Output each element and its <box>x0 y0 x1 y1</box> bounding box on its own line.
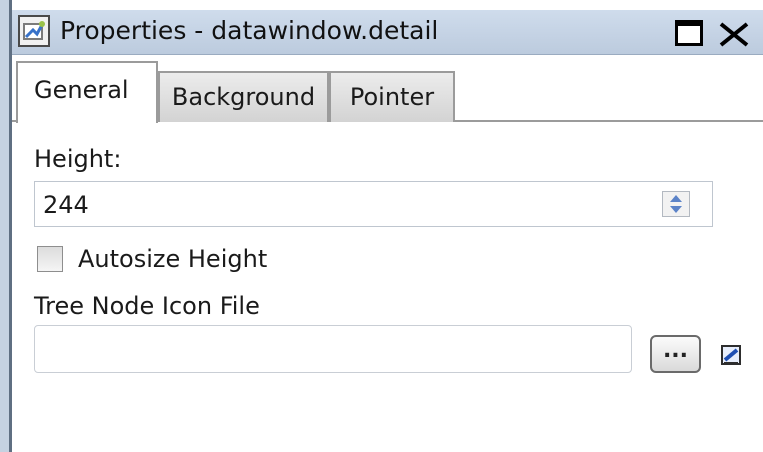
height-spin-input[interactable]: 244 <box>34 181 713 227</box>
tab-background[interactable]: Background <box>158 71 329 122</box>
tab-pointer[interactable]: Pointer <box>329 71 455 122</box>
edit-field-icon[interactable] <box>719 343 743 367</box>
window-titlebar[interactable]: Properties - datawindow.detail <box>12 10 763 55</box>
spinner-icon <box>670 195 682 213</box>
maximize-button[interactable] <box>675 20 703 46</box>
browse-button[interactable]: ... <box>650 335 701 373</box>
close-button[interactable] <box>710 12 760 52</box>
tab-general[interactable]: General <box>16 61 158 123</box>
properties-window-icon <box>18 15 50 47</box>
window-title: Properties - datawindow.detail <box>60 16 439 45</box>
height-spinner[interactable] <box>662 191 690 217</box>
properties-window-icon-graphic <box>23 21 45 40</box>
height-value[interactable]: 244 <box>43 188 89 222</box>
window-left-edge <box>0 0 12 452</box>
tab-strip: General Background Pointer <box>12 55 763 123</box>
height-label: Height: <box>34 145 122 173</box>
autosize-height-label[interactable]: Autosize Height <box>78 243 267 275</box>
close-icon <box>719 22 749 47</box>
tree-node-icon-file-input[interactable] <box>34 325 632 373</box>
tree-node-icon-label: Tree Node Icon File <box>34 292 260 320</box>
autosize-height-checkbox[interactable] <box>37 246 63 272</box>
